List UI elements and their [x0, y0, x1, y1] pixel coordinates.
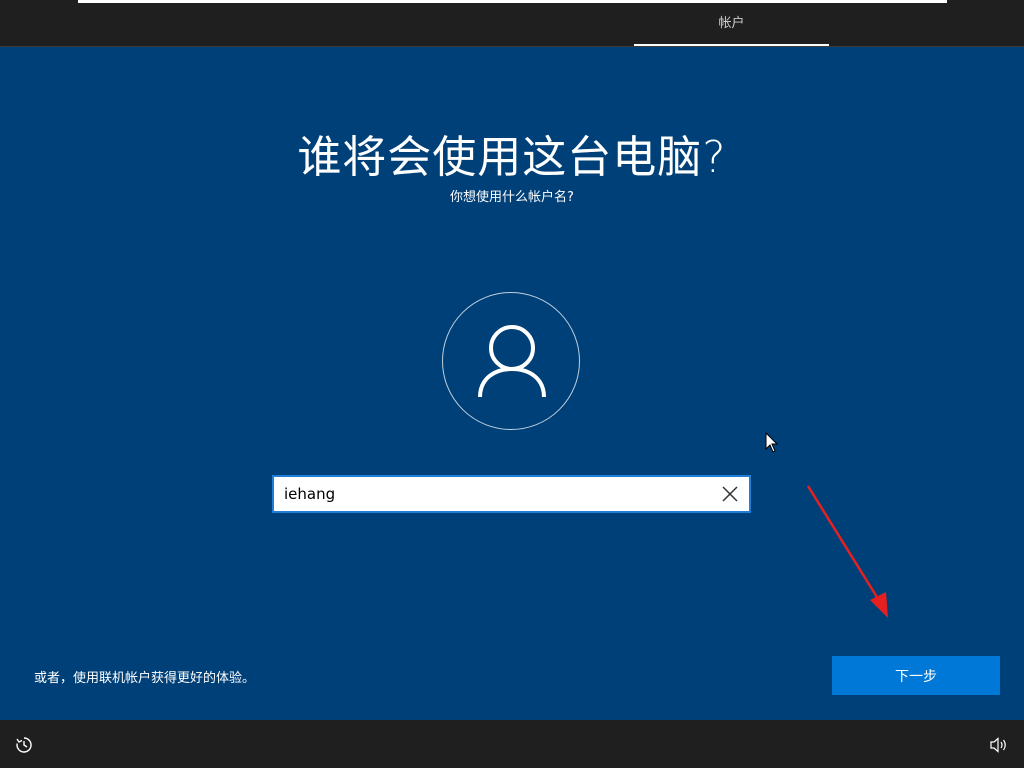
username-input[interactable] — [284, 477, 704, 511]
user-icon — [478, 325, 546, 398]
volume-icon — [990, 737, 1006, 753]
page-title: 谁将会使用这台电脑? — [297, 132, 727, 183]
red-arrow-icon — [806, 485, 888, 618]
volume-button[interactable] — [990, 737, 1008, 757]
main-panel: 谁将会使用这台电脑? 你想使用什么帐户名? 或者，使用联机帐户获得 — [0, 47, 1024, 720]
mouse-pointer-icon — [765, 432, 779, 453]
username-field[interactable] — [272, 475, 751, 513]
avatar — [442, 292, 580, 430]
ease-of-access-icon — [16, 737, 32, 753]
page-subtitle: 你想使用什么帐户名? — [450, 190, 574, 205]
tab-account: 帐户 — [634, 0, 829, 46]
bottom-bar — [0, 720, 1024, 768]
top-bar: 帐户 — [0, 0, 1024, 47]
close-icon — [722, 486, 738, 502]
ease-of-access-button[interactable] — [15, 736, 33, 758]
next-button[interactable]: 下一步 — [832, 656, 1000, 695]
online-account-link[interactable]: 或者，使用联机帐户获得更好的体验。 — [34, 667, 255, 686]
clear-button[interactable] — [719, 483, 741, 505]
oobe-screen: 帐户 谁将会使用这台电脑? 你想使用什么帐户名? iehang 或者，使用联机帐… — [0, 0, 1024, 768]
